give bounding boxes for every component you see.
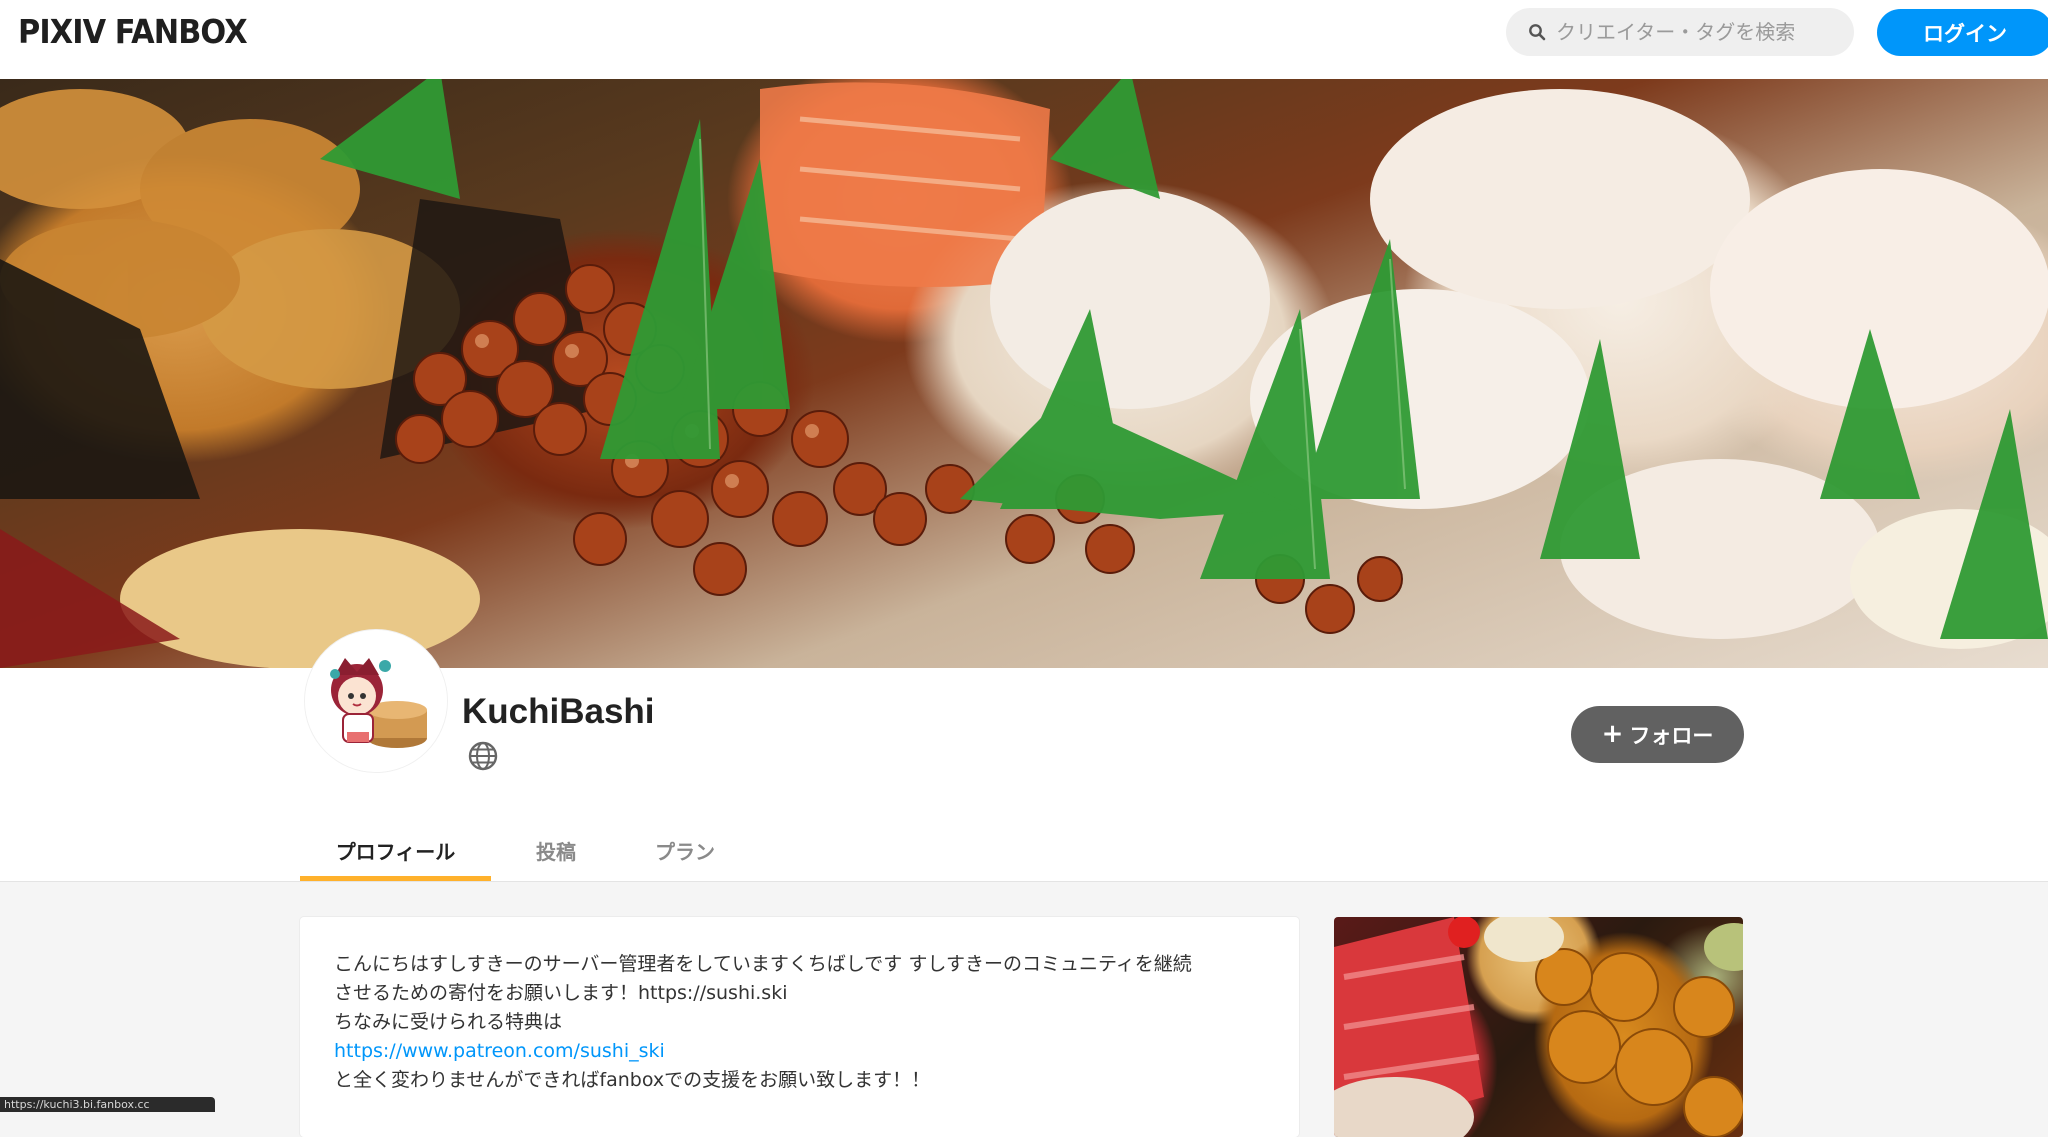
cover-image-art xyxy=(0,79,2048,668)
tab-posts[interactable]: 投稿 xyxy=(516,820,596,880)
follow-button[interactable]: + フォロー xyxy=(1571,706,1744,763)
search-box[interactable] xyxy=(1506,8,1854,56)
side-image-art xyxy=(1334,917,1743,1137)
patreon-link[interactable]: https://www.patreon.com/sushi_ski xyxy=(334,1037,1274,1066)
creator-avatar[interactable] xyxy=(305,630,447,772)
profile-side-image[interactable] xyxy=(1334,917,1743,1137)
top-header: PIXIV FANBOX ログイン xyxy=(0,0,2048,79)
follow-button-label: フォロー xyxy=(1629,723,1714,748)
browser-status-bar: https://kuchi3.bi.fanbox.cc xyxy=(0,1097,215,1112)
description-line: こんにちはすしすきーのサーバー管理者をしていますくちばしです すしすきーのコミュ… xyxy=(334,953,1192,975)
plus-icon: + xyxy=(1601,718,1624,749)
login-button[interactable]: ログイン xyxy=(1877,9,2048,56)
cover-image xyxy=(0,79,2048,668)
description-line: と全く変わりませんができればfanboxでの支援をお願い致します！！ xyxy=(334,1069,931,1091)
creator-avatar-art xyxy=(305,630,447,772)
globe-icon[interactable] xyxy=(467,740,499,772)
profile-description: こんにちはすしすきーのサーバー管理者をしていますくちばしです すしすきーのコミュ… xyxy=(334,950,1274,1095)
active-tab-indicator xyxy=(300,876,491,881)
description-line: させるための寄付をお願いします！https://sushi.ski xyxy=(334,982,788,1004)
tab-plans-label: プラン xyxy=(655,839,715,864)
description-line: ちなみに受けられる特典は xyxy=(334,1011,563,1033)
creator-name: KuchiBashi xyxy=(462,692,655,731)
search-icon xyxy=(1529,24,1546,41)
pixiv-fanbox-logo[interactable]: PIXIV FANBOX xyxy=(18,10,248,54)
tab-posts-label: 投稿 xyxy=(536,839,576,864)
tab-profile-label: プロフィール xyxy=(335,839,456,864)
tab-plans[interactable]: プラン xyxy=(630,820,740,880)
search-input[interactable] xyxy=(1556,12,1836,52)
tab-profile[interactable]: プロフィール xyxy=(300,820,491,880)
